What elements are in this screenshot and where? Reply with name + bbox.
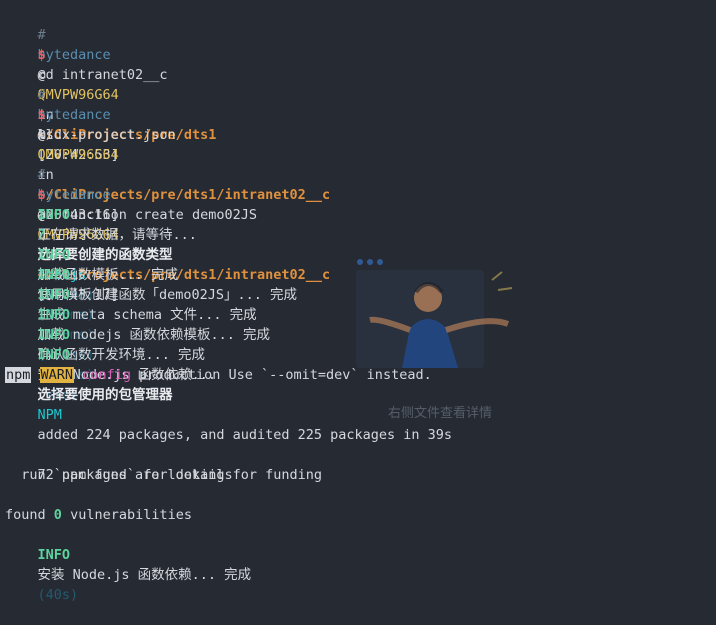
- npm-fund-hint-text: run `npm fund` for details: [5, 467, 233, 483]
- log-info-line: INFO 确认函数开发环境... 完成 (563ms): [5, 305, 711, 383]
- log-info-line: INFO 安装 Node.js 函数依赖... (<1s): [5, 325, 711, 403]
- log-info-line: INFO 正在请求数据，请等待...: [5, 185, 711, 243]
- command-line[interactable]: $ ae function create demo02JS: [5, 165, 711, 223]
- question-text: 选择要使用的包管理器: [37, 387, 173, 403]
- log-question-line: ? 选择要创建的函数类型 nodejs: [5, 205, 711, 283]
- ls-output: kldx-project.json: [37, 127, 176, 143]
- prompt-user: bytedance: [37, 47, 111, 63]
- warn-message: production Use `--omit=dev` instead.: [139, 367, 432, 383]
- found-post: vulnerabilities: [70, 507, 192, 523]
- npm-added-line: added 224 packages, and audited 225 pack…: [5, 405, 711, 443]
- prompt-line: # bytedance @ QMVPW96G64 in ~/CliProject…: [5, 65, 711, 223]
- terminal-output: # bytedance @ QMVPW96G64 in ~/CliProject…: [5, 5, 711, 603]
- warn-badge: WARN: [39, 367, 75, 383]
- log-info-line: INFO 加载函数模板... 完成 (423ms): [5, 225, 711, 303]
- prompt-line: # bytedance @ QMVPW96G64 in ~/CliProject…: [5, 145, 711, 303]
- npm-fund-hint-line: run `npm fund` for details: [5, 465, 711, 485]
- npm-badge: npm: [5, 367, 32, 383]
- log-info-line: INFO 生成 meta schema 文件... 完成 (133ms): [5, 265, 711, 343]
- prompt-dollar: $: [37, 47, 46, 63]
- npm-warn-line: npm WARN config production Use `--omit=d…: [5, 365, 711, 385]
- log-info-line: INFO 加载 nodejs 函数依赖模板... 完成 (424ms): [5, 285, 711, 363]
- log-info-line: INFO 安装 Node.js 函数依赖... 完成 (40s): [5, 525, 711, 603]
- command-line[interactable]: $ ls: [5, 85, 711, 143]
- info-label: INFO: [37, 547, 71, 563]
- npm-funding-line: 72 packages are looking for funding: [5, 445, 711, 483]
- npm-added-text: added 224 packages, and audited 225 pack…: [37, 427, 453, 443]
- config-label: config: [82, 367, 131, 383]
- log-text: 安装 Node.js 函数依赖... 完成: [37, 567, 252, 583]
- log-question-line: ? 选择要使用的包管理器 NPM: [5, 345, 711, 423]
- found-count: 0: [53, 507, 62, 523]
- output-line: kldx-project.json: [5, 105, 711, 143]
- prompt-line: # bytedance @ QMVPW96G64 in ~/CliProject…: [5, 5, 711, 163]
- found-pre: found: [5, 507, 46, 523]
- log-info-line: INFO 使用模板创建函数「demo02JS」... 完成 (105ms): [5, 245, 711, 323]
- command-line[interactable]: $ cd intranet02__c: [5, 25, 711, 83]
- log-timing: (40s): [37, 587, 79, 603]
- npm-found-line: found 0 vulnerabilities: [5, 505, 711, 525]
